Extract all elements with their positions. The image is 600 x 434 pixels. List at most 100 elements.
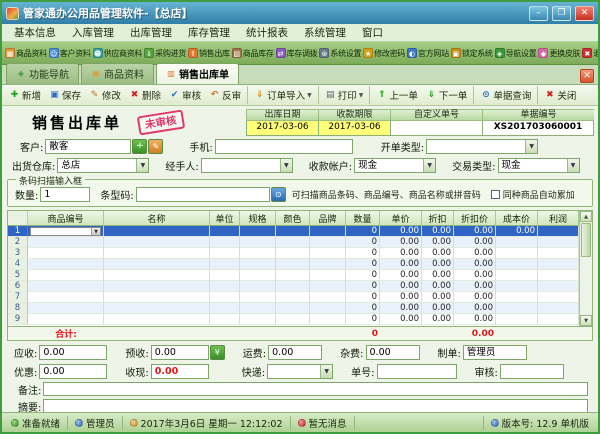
cell-discount-price[interactable]: 0.00 <box>454 226 496 237</box>
cell-price[interactable]: 0.00 <box>380 226 422 237</box>
tab-sales-order[interactable]: ▥ 销售出库单 <box>156 63 239 84</box>
cell-spec[interactable] <box>240 226 276 237</box>
col-color[interactable]: 颜色 <box>276 211 310 226</box>
cell-discount[interactable]: 0.00 <box>422 314 454 325</box>
col-unit[interactable]: 单位 <box>210 211 240 226</box>
maximize-button[interactable] <box>552 5 571 21</box>
col-profit[interactable]: 利润 <box>538 211 579 226</box>
cash-received-field[interactable]: 0.00 <box>150 363 209 379</box>
cell-discount[interactable]: 0.00 <box>422 292 454 303</box>
menu-item[interactable]: 统计报表 <box>238 24 296 41</box>
cell-brand[interactable] <box>310 281 346 292</box>
next-order-button[interactable]: ⇓ 下一单 ▼ <box>422 86 472 104</box>
prev-order-button[interactable]: ⇑ 上一单 ▼ <box>369 86 422 104</box>
close-button[interactable] <box>575 5 594 21</box>
cell-name[interactable] <box>104 292 210 303</box>
prepaid-field[interactable]: 0.00 <box>150 344 209 360</box>
transfer-button[interactable]: ⇄ 库存调拨 <box>275 47 319 60</box>
cell-unit[interactable] <box>210 314 240 325</box>
cell-color[interactable] <box>276 226 310 237</box>
cell-cost[interactable] <box>496 292 538 303</box>
cell-discount-price[interactable]: 0.00 <box>454 270 496 281</box>
cell-price[interactable]: 0.00 <box>380 303 422 314</box>
col-qty[interactable]: 数量 <box>346 211 380 226</box>
cell-discount[interactable]: 0.00 <box>422 248 454 259</box>
scan-qty-field[interactable]: 1 <box>40 187 91 202</box>
cell-discount[interactable]: 0.00 <box>422 303 454 314</box>
chevron-down-icon[interactable] <box>136 159 149 172</box>
cell-color[interactable] <box>276 270 310 281</box>
cell-name[interactable] <box>104 303 210 314</box>
cell-qty[interactable]: 0 <box>346 259 380 270</box>
custom-no-field[interactable] <box>390 120 482 136</box>
cell-discount-price[interactable]: 0.00 <box>454 303 496 314</box>
menu-item[interactable]: 窗口 <box>354 24 391 41</box>
table-row[interactable]: 4 0 0.00 0.00 0.00 <box>8 259 579 270</box>
cell-discount[interactable]: 0.00 <box>422 237 454 248</box>
cell-cost[interactable]: 0.00 <box>496 226 538 237</box>
cell-cost[interactable] <box>496 237 538 248</box>
cell-profit[interactable] <box>538 248 579 259</box>
cell-product-code[interactable] <box>28 259 104 270</box>
cell-brand[interactable] <box>310 259 346 270</box>
col-discount-price[interactable]: 折扣价 <box>454 211 496 226</box>
cell-qty[interactable]: 0 <box>346 292 380 303</box>
minimize-button[interactable] <box>529 5 548 21</box>
discount-field[interactable]: 0.00 <box>39 363 108 379</box>
table-row[interactable]: 9 0 0.00 0.00 0.00 <box>8 314 579 325</box>
cell-product-code[interactable] <box>28 281 104 292</box>
col-product-code[interactable]: 商品编号 <box>28 211 104 226</box>
cell-discount-price[interactable]: 0.00 <box>454 281 496 292</box>
table-row[interactable]: 1 0 0.00 0.00 0.00 0.00 <box>8 226 579 237</box>
cell-unit[interactable] <box>210 303 240 314</box>
col-name[interactable]: 名称 <box>104 211 210 226</box>
cell-spec[interactable] <box>240 314 276 325</box>
misc-fee-field[interactable]: 0.00 <box>365 344 420 360</box>
purchase-button[interactable]: ⇓ 采购进货 <box>143 47 187 60</box>
cell-product-code[interactable] <box>28 270 104 281</box>
cell-profit[interactable] <box>538 281 579 292</box>
cell-profit[interactable] <box>538 259 579 270</box>
nav-settings-button[interactable]: ◈ 导航设置 <box>494 47 538 60</box>
chevron-down-icon[interactable] <box>279 159 292 172</box>
cell-unit[interactable] <box>210 259 240 270</box>
tab-goods[interactable]: ▦ 商品资料 <box>81 63 154 84</box>
cell-product-code[interactable] <box>28 237 104 248</box>
cell-name[interactable] <box>104 226 210 237</box>
cell-spec[interactable] <box>240 303 276 314</box>
cell-qty[interactable]: 0 <box>346 237 380 248</box>
cell-color[interactable] <box>276 259 310 270</box>
cell-unit[interactable] <box>210 226 240 237</box>
table-row[interactable]: 2 0 0.00 0.00 0.00 <box>8 237 579 248</box>
cell-spec[interactable] <box>240 237 276 248</box>
col-price[interactable]: 单价 <box>380 211 422 226</box>
cell-cost[interactable] <box>496 281 538 292</box>
cell-brand[interactable] <box>310 314 346 325</box>
cell-price[interactable]: 0.00 <box>380 292 422 303</box>
import-order-button[interactable]: ⇓ 订单导入 ▼ <box>247 86 316 104</box>
scroll-up-icon[interactable] <box>580 211 592 222</box>
skin-button[interactable]: ◆ 更换皮肤 <box>537 47 581 60</box>
print-button[interactable]: ▤ 打印 ▼ <box>317 86 368 104</box>
table-row[interactable]: 5 0 0.00 0.00 0.00 <box>8 270 579 281</box>
chevron-down-icon[interactable] <box>423 159 436 172</box>
cell-cost[interactable] <box>496 270 538 281</box>
cell-qty[interactable]: 0 <box>346 248 380 259</box>
cell-cost[interactable] <box>496 259 538 270</box>
cell-brand[interactable] <box>310 303 346 314</box>
cell-spec[interactable] <box>240 270 276 281</box>
cell-unit[interactable] <box>210 292 240 303</box>
chevron-down-icon[interactable] <box>320 364 333 378</box>
col-spec[interactable]: 规格 <box>240 211 276 226</box>
cell-discount-price[interactable]: 0.00 <box>454 314 496 325</box>
tracking-no-field[interactable] <box>376 363 457 379</box>
table-row[interactable]: 7 0 0.00 0.00 0.00 <box>8 292 579 303</box>
cell-spec[interactable] <box>240 292 276 303</box>
unaudit-button[interactable]: ↶ 反审 ▼ <box>205 86 245 104</box>
cell-price[interactable]: 0.00 <box>380 237 422 248</box>
trade-type-combo[interactable]: 现金 <box>497 158 580 173</box>
chevron-down-icon[interactable] <box>525 140 538 153</box>
cell-color[interactable] <box>276 248 310 259</box>
cell-name[interactable] <box>104 259 210 270</box>
cell-spec[interactable] <box>240 259 276 270</box>
